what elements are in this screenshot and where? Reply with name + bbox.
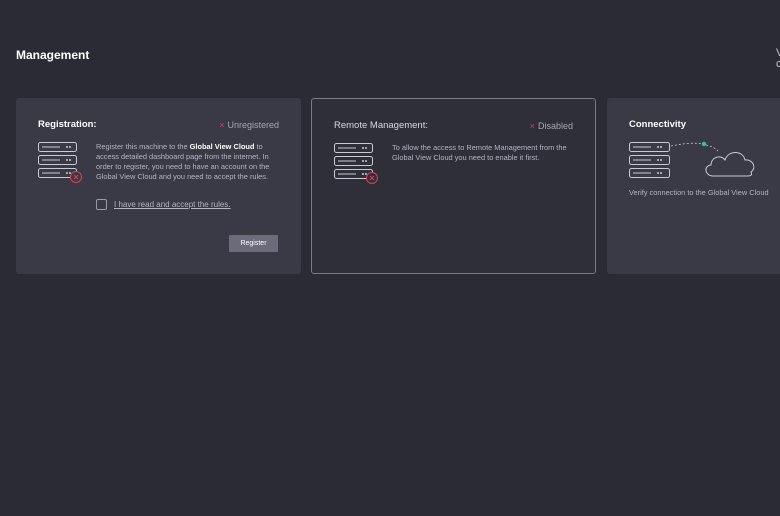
connectivity-title: Connectivity xyxy=(629,119,687,130)
global-view-cloud-emphasis: Global View Cloud xyxy=(189,142,255,151)
accept-rules-link[interactable]: I have read and accept the rules. xyxy=(114,200,231,209)
register-button[interactable]: Register xyxy=(229,235,278,252)
server-error-icon xyxy=(334,143,378,184)
registration-card: Registration: × Unregistered Register thi… xyxy=(16,98,301,274)
server-cloud-connection-icon xyxy=(629,141,755,178)
remote-management-status: × Disabled xyxy=(530,121,573,131)
clipped-edge-text: V c xyxy=(776,48,780,70)
registration-status-label: Unregistered xyxy=(227,120,279,130)
remote-management-description: To allow the access to Remote Management… xyxy=(392,143,567,162)
remote-management-card[interactable]: Remote Management: × Disabled To allow th… xyxy=(311,98,596,274)
server-error-icon xyxy=(38,142,82,183)
page-title: Management xyxy=(16,48,90,62)
connectivity-description: Verify connection to the Global View Clo… xyxy=(629,188,769,197)
registration-description: Register this machine to the Global View… xyxy=(96,142,270,181)
registration-status: × Unregistered xyxy=(219,120,279,130)
remote-management-title: Remote Management: xyxy=(334,120,428,131)
status-x-icon: × xyxy=(219,120,225,130)
remote-management-status-label: Disabled xyxy=(537,121,573,131)
accept-rules-checkbox[interactable] xyxy=(96,199,107,210)
accept-rules-row[interactable]: I have read and accept the rules. xyxy=(96,199,231,210)
registration-title: Registration: xyxy=(38,119,97,130)
status-x-icon: × xyxy=(529,121,535,131)
connectivity-card[interactable]: Connectivity Verify connection to the Gl… xyxy=(607,98,780,274)
